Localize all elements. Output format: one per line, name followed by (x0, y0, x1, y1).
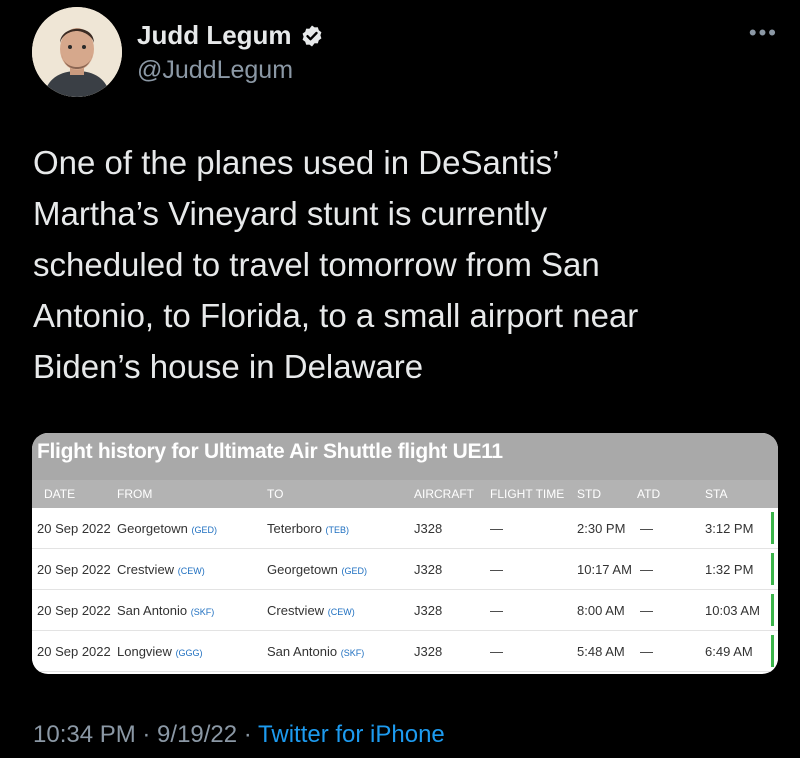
cell-std: 8:00 AM (577, 603, 625, 618)
attached-image[interactable]: Flight history for Ultimate Air Shuttle … (32, 433, 778, 674)
column-header: TO (267, 487, 284, 501)
cell-atd: — (640, 644, 653, 659)
cell-aircraft: J328 (414, 562, 443, 577)
tweet-line: Martha’s Vineyard stunt is currently (33, 195, 548, 232)
cell-sta: 6:49 AM (705, 644, 753, 659)
cell-to-city: San Antonio (267, 644, 338, 659)
cell-std: 10:17 AM (577, 562, 632, 577)
cell-flight-time: — (490, 562, 503, 577)
cell-flight-time: — (490, 644, 503, 659)
cell-to-city: Teterboro (267, 521, 322, 536)
avatar[interactable] (32, 7, 122, 97)
cell-aircraft: J328 (414, 521, 443, 536)
avatar-photo-icon (32, 7, 122, 97)
tweet-line: Biden’s house in Delaware (33, 348, 424, 385)
tweet-footer: 10:34 PM · 9/19/22 · Twitter for iPhone (33, 721, 445, 749)
column-header: AIRCRAFT (414, 487, 474, 501)
cell-to-city: Crestview (267, 603, 325, 618)
cell-sta: 1:32 PM (705, 562, 754, 577)
cell-sta: 10:03 AM (705, 603, 760, 618)
cell-from-code: (SKF) (190, 607, 215, 617)
flight-history-title: Flight history for Ultimate Air Shuttle … (32, 433, 778, 480)
cell-date: 20 Sep 2022 (37, 521, 111, 536)
cell-to: San Antonio (SKF) (267, 644, 364, 659)
cell-sta: 3:12 PM (705, 521, 754, 536)
status-bar (771, 553, 774, 585)
cell-to-city: Georgetown (267, 562, 338, 577)
cell-to-code: (CEW) (327, 607, 355, 617)
timestamp[interactable]: 10:34 PM · 9/19/22 · (33, 721, 258, 748)
cell-atd: — (640, 562, 653, 577)
column-header: FLIGHT TIME (490, 487, 565, 501)
more-options-icon[interactable]: ••• (749, 20, 778, 46)
cell-aircraft: J328 (414, 603, 443, 618)
cell-to-code: (GED) (341, 566, 367, 576)
column-header: STD (577, 487, 601, 501)
cell-from-city: San Antonio (117, 603, 188, 618)
author-name-row: Judd Legum (137, 20, 324, 51)
tweet-line: Antonio, to Florida, to a small airport … (33, 297, 639, 334)
column-header: ATD (637, 487, 661, 501)
table-header: DATE FROM TO AIRCRAFT FLIGHT TIME STD AT… (32, 480, 778, 508)
table-row: 20 Sep 2022 San Antonio (SKF) Crestview … (32, 590, 778, 631)
cell-from-code: (CEW) (177, 566, 205, 576)
author-handle[interactable]: @JuddLegum (137, 56, 293, 85)
cell-from-code: (GGG) (175, 648, 203, 658)
cell-from-city: Crestview (117, 562, 175, 577)
tweet-line: scheduled to travel tomorrow from San (33, 246, 600, 283)
cell-to-code: (TEB) (325, 525, 350, 535)
status-bar (771, 512, 774, 544)
cell-date: 20 Sep 2022 (37, 562, 111, 577)
cell-to: Teterboro (TEB) (267, 521, 349, 536)
table-row: 20 Sep 2022 Georgetown (GED) Teterboro (… (32, 508, 778, 549)
tweet-line: One of the planes used in DeSantis’ (33, 144, 560, 181)
table-row: 20 Sep 2022 Crestview (CEW) Georgetown (… (32, 549, 778, 590)
cell-from-city: Georgetown (117, 521, 188, 536)
tweet-text: One of the planes used in DeSantis’ Mart… (33, 137, 773, 392)
cell-date: 20 Sep 2022 (37, 603, 111, 618)
source-link[interactable]: Twitter for iPhone (258, 721, 445, 748)
status-bar (771, 635, 774, 667)
table-row: 20 Sep 2022 Longview (GGG) San Antonio (… (32, 631, 778, 672)
cell-atd: — (640, 603, 653, 618)
column-header: DATE (44, 487, 76, 501)
verified-badge-icon (300, 24, 324, 48)
cell-aircraft: J328 (414, 644, 443, 659)
cell-from: Georgetown (GED) (117, 521, 217, 536)
column-header: FROM (117, 487, 153, 501)
cell-to-code: (SKF) (340, 648, 365, 658)
cell-from: Crestview (CEW) (117, 562, 205, 577)
cell-from-city: Longview (117, 644, 172, 659)
column-header: STA (705, 487, 728, 501)
cell-from-code: (GED) (191, 525, 217, 535)
cell-from: Longview (GGG) (117, 644, 203, 659)
cell-std: 5:48 AM (577, 644, 625, 659)
cell-date: 20 Sep 2022 (37, 644, 111, 659)
cell-from: San Antonio (SKF) (117, 603, 214, 618)
cell-to: Crestview (CEW) (267, 603, 355, 618)
author-name[interactable]: Judd Legum (137, 20, 292, 51)
cell-flight-time: — (490, 603, 503, 618)
status-bar (771, 594, 774, 626)
cell-to: Georgetown (GED) (267, 562, 367, 577)
cell-flight-time: — (490, 521, 503, 536)
cell-atd: — (640, 521, 653, 536)
cell-std: 2:30 PM (577, 521, 626, 536)
